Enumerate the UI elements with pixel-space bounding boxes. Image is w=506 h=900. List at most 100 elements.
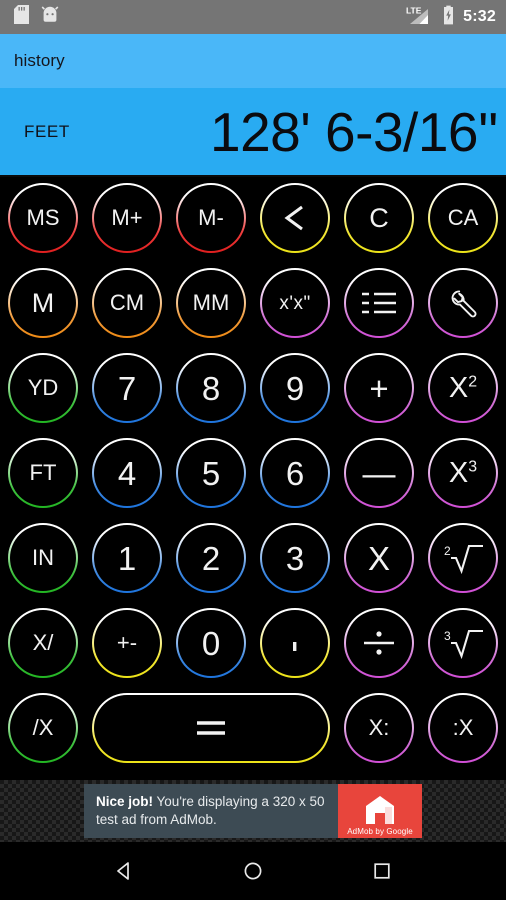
display-value: 128' 6-3/16'' <box>210 100 499 163</box>
key-millimeters[interactable]: MM <box>176 268 246 338</box>
key-digit-0[interactable]: 0 <box>176 608 246 678</box>
ad-headline: Nice job! <box>96 794 154 810</box>
key-sqrt-label: 2 <box>430 525 496 591</box>
key-clear[interactable]: C <box>344 183 414 253</box>
key-digit-3-label: 3 <box>262 525 328 591</box>
key-feet[interactable]: FT <box>8 438 78 508</box>
phone-screen: LTE 5:32 history FEET 128' 6-3/16'' MS M+… <box>0 0 506 900</box>
list-icon <box>362 292 396 314</box>
key-feet-label: FT <box>10 440 76 506</box>
keypad-row: X/ +- 0 3 <box>0 604 506 689</box>
home-icon[interactable] <box>226 844 280 898</box>
key-list-icon[interactable] <box>344 268 414 338</box>
back-icon[interactable] <box>97 844 151 898</box>
key-memory-subtract[interactable]: M- <box>176 183 246 253</box>
key-digit-1[interactable]: 1 <box>92 523 162 593</box>
key-plus[interactable]: + <box>344 353 414 423</box>
key-digit-3[interactable]: 3 <box>260 523 330 593</box>
key-digit-8[interactable]: 8 <box>176 353 246 423</box>
key-centimeters[interactable]: CM <box>92 268 162 338</box>
key-divide-label <box>346 610 412 676</box>
ad-brand-label: AdMob by Google <box>347 827 413 836</box>
backspace-icon <box>284 205 303 231</box>
cube-root-icon: 3 <box>444 629 483 660</box>
admob-banner[interactable]: Nice job! You're displaying a 320 x 50 t… <box>84 784 422 838</box>
key-digit-6-label: 6 <box>262 440 328 506</box>
key-memory-subtract-label: M- <box>178 185 244 251</box>
status-bar-clock: 5:32 <box>463 8 496 25</box>
battery-charging-icon <box>442 5 455 30</box>
key-memory-recall[interactable]: M <box>8 268 78 338</box>
key-decimal-point-label <box>262 610 328 676</box>
key-digit-6[interactable]: 6 <box>260 438 330 508</box>
key-digit-5[interactable]: 5 <box>176 438 246 508</box>
key-digit-7[interactable]: 7 <box>92 353 162 423</box>
keypad-row: /X X: :X <box>0 689 506 774</box>
key-digit-7-label: 7 <box>94 355 160 421</box>
admob-glyph-icon <box>366 796 394 824</box>
history-label: history <box>14 51 65 70</box>
key-ratio-left[interactable]: X: <box>344 693 414 763</box>
key-multiply[interactable]: X <box>344 523 414 593</box>
key-digit-4[interactable]: 4 <box>92 438 162 508</box>
key-inches[interactable]: IN <box>8 523 78 593</box>
key-x-slash-label: X/ <box>10 610 76 676</box>
key-sqrt[interactable]: 2 <box>428 523 498 593</box>
key-plus-label: + <box>346 355 412 421</box>
key-digit-9[interactable]: 9 <box>260 353 330 423</box>
square-root-icon: 2 <box>444 544 483 575</box>
wrench-icon <box>451 290 477 318</box>
keypad: MS M+ M- C CA M CM MM x'x" YD 7 8 9 + X2 FT 4 5 6— X3 IN 1 2 3 X… <box>0 179 506 780</box>
key-memory-add-label: M+ <box>94 185 160 251</box>
key-memory-store-label: MS <box>10 185 76 251</box>
key-memory-add[interactable]: M+ <box>92 183 162 253</box>
key-square[interactable]: X2 <box>428 353 498 423</box>
key-yards-label: YD <box>10 355 76 421</box>
key-cube-root[interactable]: 3 <box>428 608 498 678</box>
key-millimeters-label: MM <box>178 270 244 336</box>
key-ratio-right-label: :X <box>430 695 496 761</box>
decimal-point-icon <box>293 642 297 651</box>
key-ratio-left-label: X: <box>346 695 412 761</box>
equals-icon <box>197 721 225 735</box>
divide-icon <box>364 631 394 655</box>
key-clear-all[interactable]: CA <box>428 183 498 253</box>
key-feet-inches[interactable]: x'x" <box>260 268 330 338</box>
key-equals[interactable] <box>92 693 330 763</box>
svg-text:LTE: LTE <box>406 5 422 15</box>
key-divide[interactable] <box>344 608 414 678</box>
key-cube[interactable]: X3 <box>428 438 498 508</box>
key-cube-root-label: 3 <box>430 610 496 676</box>
svg-text:2: 2 <box>444 544 451 558</box>
key-centimeters-label: CM <box>94 270 160 336</box>
key-minus-label: — <box>346 440 412 506</box>
key-minus[interactable]: — <box>344 438 414 508</box>
key-digit-2[interactable]: 2 <box>176 523 246 593</box>
key-clear-all-label: CA <box>430 185 496 251</box>
key-settings[interactable] <box>428 268 498 338</box>
x-cubed-icon: X3 <box>448 456 478 489</box>
calculator-display[interactable]: FEET 128' 6-3/16'' <box>0 88 506 177</box>
key-yards[interactable]: YD <box>8 353 78 423</box>
key-ratio-right[interactable]: :X <box>428 693 498 763</box>
key-x-slash[interactable]: X/ <box>8 608 78 678</box>
ad-text: Nice job! You're displaying a 320 x 50 t… <box>84 784 338 838</box>
key-digit-0-label: 0 <box>178 610 244 676</box>
key-cube-label: X3 <box>430 440 496 506</box>
keypad-row: M CM MM x'x" <box>0 264 506 349</box>
display-unit-label: FEET <box>24 121 70 141</box>
recents-icon[interactable] <box>355 844 409 898</box>
key-settings-label <box>430 270 496 336</box>
key-slash-x[interactable]: /X <box>8 693 78 763</box>
status-bar: LTE 5:32 <box>0 0 506 34</box>
key-clear-label: C <box>346 185 412 251</box>
key-memory-store[interactable]: MS <box>8 183 78 253</box>
key-inches-label: IN <box>10 525 76 591</box>
svg-text:3: 3 <box>444 629 451 643</box>
keypad-row: FT 4 5 6 — X3 <box>0 434 506 519</box>
history-bar[interactable]: history <box>0 34 506 88</box>
key-decimal-point[interactable] <box>260 608 330 678</box>
key-backspace[interactable] <box>260 183 330 253</box>
key-memory-recall-label: M <box>10 270 76 336</box>
key-sign-toggle[interactable]: +- <box>92 608 162 678</box>
